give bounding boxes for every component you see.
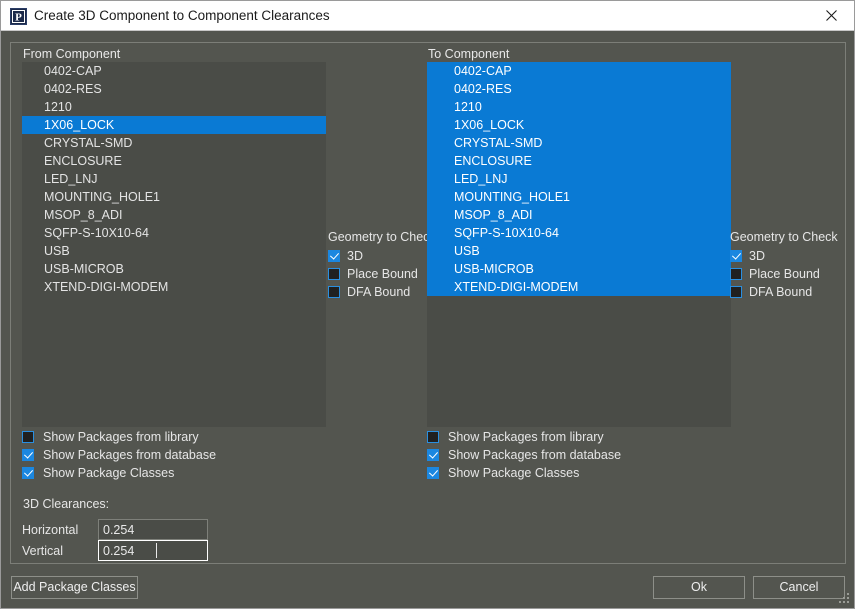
show-option-label: Show Package Classes (43, 466, 175, 480)
from-geometry-options: 3D Place Bound DFA Bound (328, 247, 436, 301)
from-component-list[interactable]: 0402-CAP 0402-RES 1210 1X06_LOCK CRYSTAL-SMD… (22, 62, 326, 427)
checkbox-icon[interactable] (730, 250, 742, 262)
to-component-label: To Component (428, 47, 510, 61)
from-geometry-to-check: Geometry to Check 3D Place Bound DFA Bound (328, 230, 436, 301)
list-item[interactable]: MOUNTING_HOLE1 (427, 188, 731, 206)
show-option-row[interactable]: Show Packages from database (22, 446, 216, 464)
show-option-label: Show Packages from database (448, 448, 622, 462)
svg-text:P: P (15, 12, 22, 24)
checkbox-icon[interactable] (22, 449, 34, 461)
list-item[interactable]: USB-MICROB (22, 260, 326, 278)
list-item[interactable]: 1X06_LOCK (427, 116, 731, 134)
list-item[interactable]: USB-MICROB (427, 260, 731, 278)
text-caret (156, 543, 157, 558)
title-bar: P Create 3D Component to Component Clear… (1, 1, 854, 31)
to-geometry-to-check: Geometry to Check 3D Place Bound DFA Bound (730, 230, 838, 301)
resize-grip[interactable] (839, 593, 851, 605)
vertical-label: Vertical (22, 544, 63, 558)
horizontal-clearance-input[interactable] (98, 519, 208, 540)
from-geometry-title: Geometry to Check (328, 230, 436, 244)
to-geometry-options: 3D Place Bound DFA Bound (730, 247, 838, 301)
checkbox-icon[interactable] (328, 250, 340, 262)
checkbox-icon[interactable] (427, 467, 439, 479)
list-item[interactable]: CRYSTAL-SMD (22, 134, 326, 152)
list-item[interactable]: USB (22, 242, 326, 260)
list-item[interactable]: 0402-CAP (427, 62, 731, 80)
show-option-label: Show Packages from database (43, 448, 217, 462)
checkbox-icon[interactable] (328, 268, 340, 280)
checkbox-icon[interactable] (427, 431, 439, 443)
list-item[interactable]: MSOP_8_ADI (22, 206, 326, 224)
geometry-option-label: 3D (347, 249, 363, 263)
dialog-window: P Create 3D Component to Component Clear… (0, 0, 855, 609)
checkbox-icon[interactable] (328, 286, 340, 298)
list-item[interactable]: 1X06_LOCK (22, 116, 326, 134)
ok-button[interactable]: Ok (653, 576, 745, 599)
list-item[interactable]: LED_LNJ (22, 170, 326, 188)
checkbox-icon[interactable] (427, 449, 439, 461)
from-show-options: Show Packages from library Show Packages … (22, 428, 216, 482)
list-item[interactable]: ENCLOSURE (427, 152, 731, 170)
to-geometry-title: Geometry to Check (730, 230, 838, 244)
show-option-row[interactable]: Show Packages from library (22, 428, 216, 446)
horizontal-label: Horizontal (22, 523, 79, 537)
geometry-option-row[interactable]: DFA Bound (730, 283, 838, 301)
list-item[interactable]: LED_LNJ (427, 170, 731, 188)
geometry-option-label: DFA Bound (347, 285, 411, 299)
show-option-row[interactable]: Show Package Classes (427, 464, 621, 482)
checkbox-icon[interactable] (22, 467, 34, 479)
list-item[interactable]: MOUNTING_HOLE1 (22, 188, 326, 206)
checkbox-icon[interactable] (22, 431, 34, 443)
list-item[interactable]: CRYSTAL-SMD (427, 134, 731, 152)
close-icon[interactable] (808, 1, 854, 30)
geometry-option-label: Place Bound (749, 267, 820, 281)
geometry-option-row[interactable]: 3D (730, 247, 838, 265)
list-item[interactable]: MSOP_8_ADI (427, 206, 731, 224)
show-option-label: Show Packages from library (448, 430, 604, 444)
allegro-p-icon: P (10, 8, 27, 25)
list-item[interactable]: SQFP-S-10X10-64 (427, 224, 731, 242)
show-option-row[interactable]: Show Package Classes (22, 464, 216, 482)
geometry-option-label: Place Bound (347, 267, 418, 281)
list-item[interactable]: SQFP-S-10X10-64 (22, 224, 326, 242)
list-item[interactable]: 1210 (427, 98, 731, 116)
geometry-option-row[interactable]: Place Bound (730, 265, 838, 283)
add-package-classes-button[interactable]: Add Package Classes (11, 576, 138, 599)
from-component-label: From Component (23, 47, 121, 61)
list-item[interactable]: XTEND-DIGI-MODEM (427, 278, 731, 296)
geometry-option-row[interactable]: DFA Bound (328, 283, 436, 301)
list-item[interactable]: ENCLOSURE (22, 152, 326, 170)
checkbox-icon[interactable] (730, 268, 742, 280)
geometry-option-row[interactable]: 3D (328, 247, 436, 265)
clearances-title: 3D Clearances: (23, 497, 110, 511)
window-title: Create 3D Component to Component Clearan… (34, 8, 330, 23)
to-show-options: Show Packages from library Show Packages … (427, 428, 621, 482)
list-item[interactable]: 1210 (22, 98, 326, 116)
list-item[interactable]: 0402-RES (427, 80, 731, 98)
show-option-row[interactable]: Show Packages from library (427, 428, 621, 446)
show-option-row[interactable]: Show Packages from database (427, 446, 621, 464)
list-item[interactable]: XTEND-DIGI-MODEM (22, 278, 326, 296)
list-item[interactable]: 0402-RES (22, 80, 326, 98)
show-option-label: Show Package Classes (448, 466, 580, 480)
cancel-button[interactable]: Cancel (753, 576, 845, 599)
list-item[interactable]: USB (427, 242, 731, 260)
geometry-option-label: DFA Bound (749, 285, 813, 299)
list-item[interactable]: 0402-CAP (22, 62, 326, 80)
checkbox-icon[interactable] (730, 286, 742, 298)
to-component-list[interactable]: 0402-CAP 0402-RES 1210 1X06_LOCK CRYSTAL-SMD… (427, 62, 731, 427)
geometry-option-row[interactable]: Place Bound (328, 265, 436, 283)
geometry-option-label: 3D (749, 249, 765, 263)
show-option-label: Show Packages from library (43, 430, 199, 444)
vertical-clearance-input[interactable] (98, 540, 208, 561)
